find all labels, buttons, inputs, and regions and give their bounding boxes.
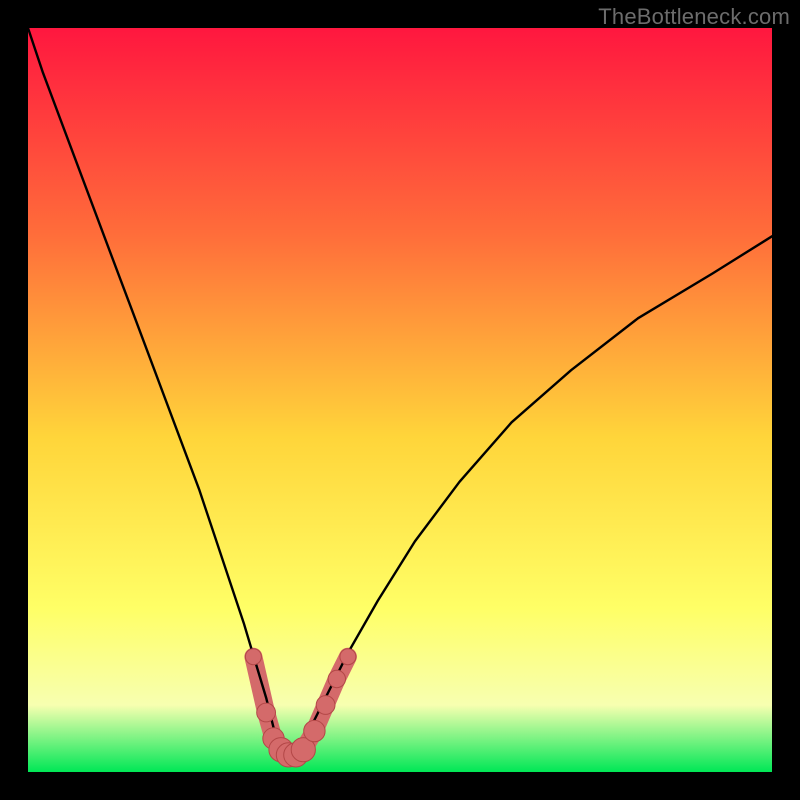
chart-svg [28,28,772,772]
marker-dot [304,720,325,741]
chart-frame: TheBottleneck.com [0,0,800,800]
marker-dot [328,670,345,687]
marker-dot [340,649,356,665]
marker-dot [316,696,335,715]
marker-dot [245,649,261,665]
plot-area [28,28,772,772]
gradient-bg [28,28,772,772]
marker-dot [257,703,276,722]
watermark: TheBottleneck.com [598,4,790,30]
